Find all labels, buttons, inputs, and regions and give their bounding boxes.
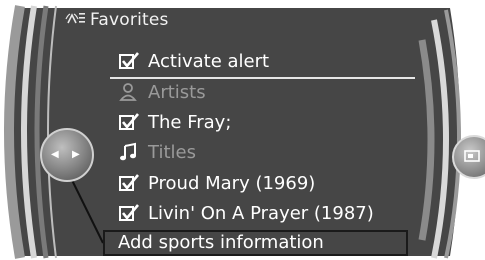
menu-item-label: Proud Mary (1969) — [148, 172, 316, 194]
menu-item-titles: Titles — [118, 137, 196, 167]
menu-item-proud-mary[interactable]: Proud Mary (1969) — [118, 168, 315, 198]
menu-item-artists: Artists — [118, 77, 206, 107]
page-title: Favorites — [90, 10, 169, 30]
menu-item-label: Artists — [148, 81, 206, 103]
menu-item-livin-on-a-prayer[interactable]: Livin' On A Prayer (1987) — [118, 198, 374, 228]
favorites-broadcast-icon — [65, 13, 85, 24]
left-arrow-icon: ◀ — [51, 149, 59, 160]
idrive-screen: Favorites Activate alert Artists The Fra… — [0, 0, 485, 260]
checkbox-icon — [119, 174, 139, 191]
menu-item-label: Titles — [148, 141, 196, 163]
menu-item-label: Livin' On A Prayer (1987) — [148, 202, 374, 224]
controller-knob-icon[interactable]: ◀ ▶ — [40, 128, 94, 182]
menu-item-activate-alert[interactable]: Activate alert — [118, 46, 269, 76]
side-button-icon[interactable] — [452, 135, 485, 179]
right-arrow-icon: ▶ — [72, 149, 80, 160]
menu-item-the-fray[interactable]: The Fray; — [118, 107, 231, 137]
checkbox-icon — [119, 113, 139, 130]
person-icon — [119, 83, 137, 101]
music-note-icon — [120, 142, 136, 161]
menu-item-label: The Fray; — [148, 111, 232, 133]
menu-item-add-sports-information[interactable]: Add sports information — [118, 230, 324, 256]
checkbox-icon — [119, 52, 139, 69]
checkbox-icon — [119, 204, 139, 221]
menu-item-label: Activate alert — [148, 50, 270, 72]
media-icon — [464, 150, 480, 162]
